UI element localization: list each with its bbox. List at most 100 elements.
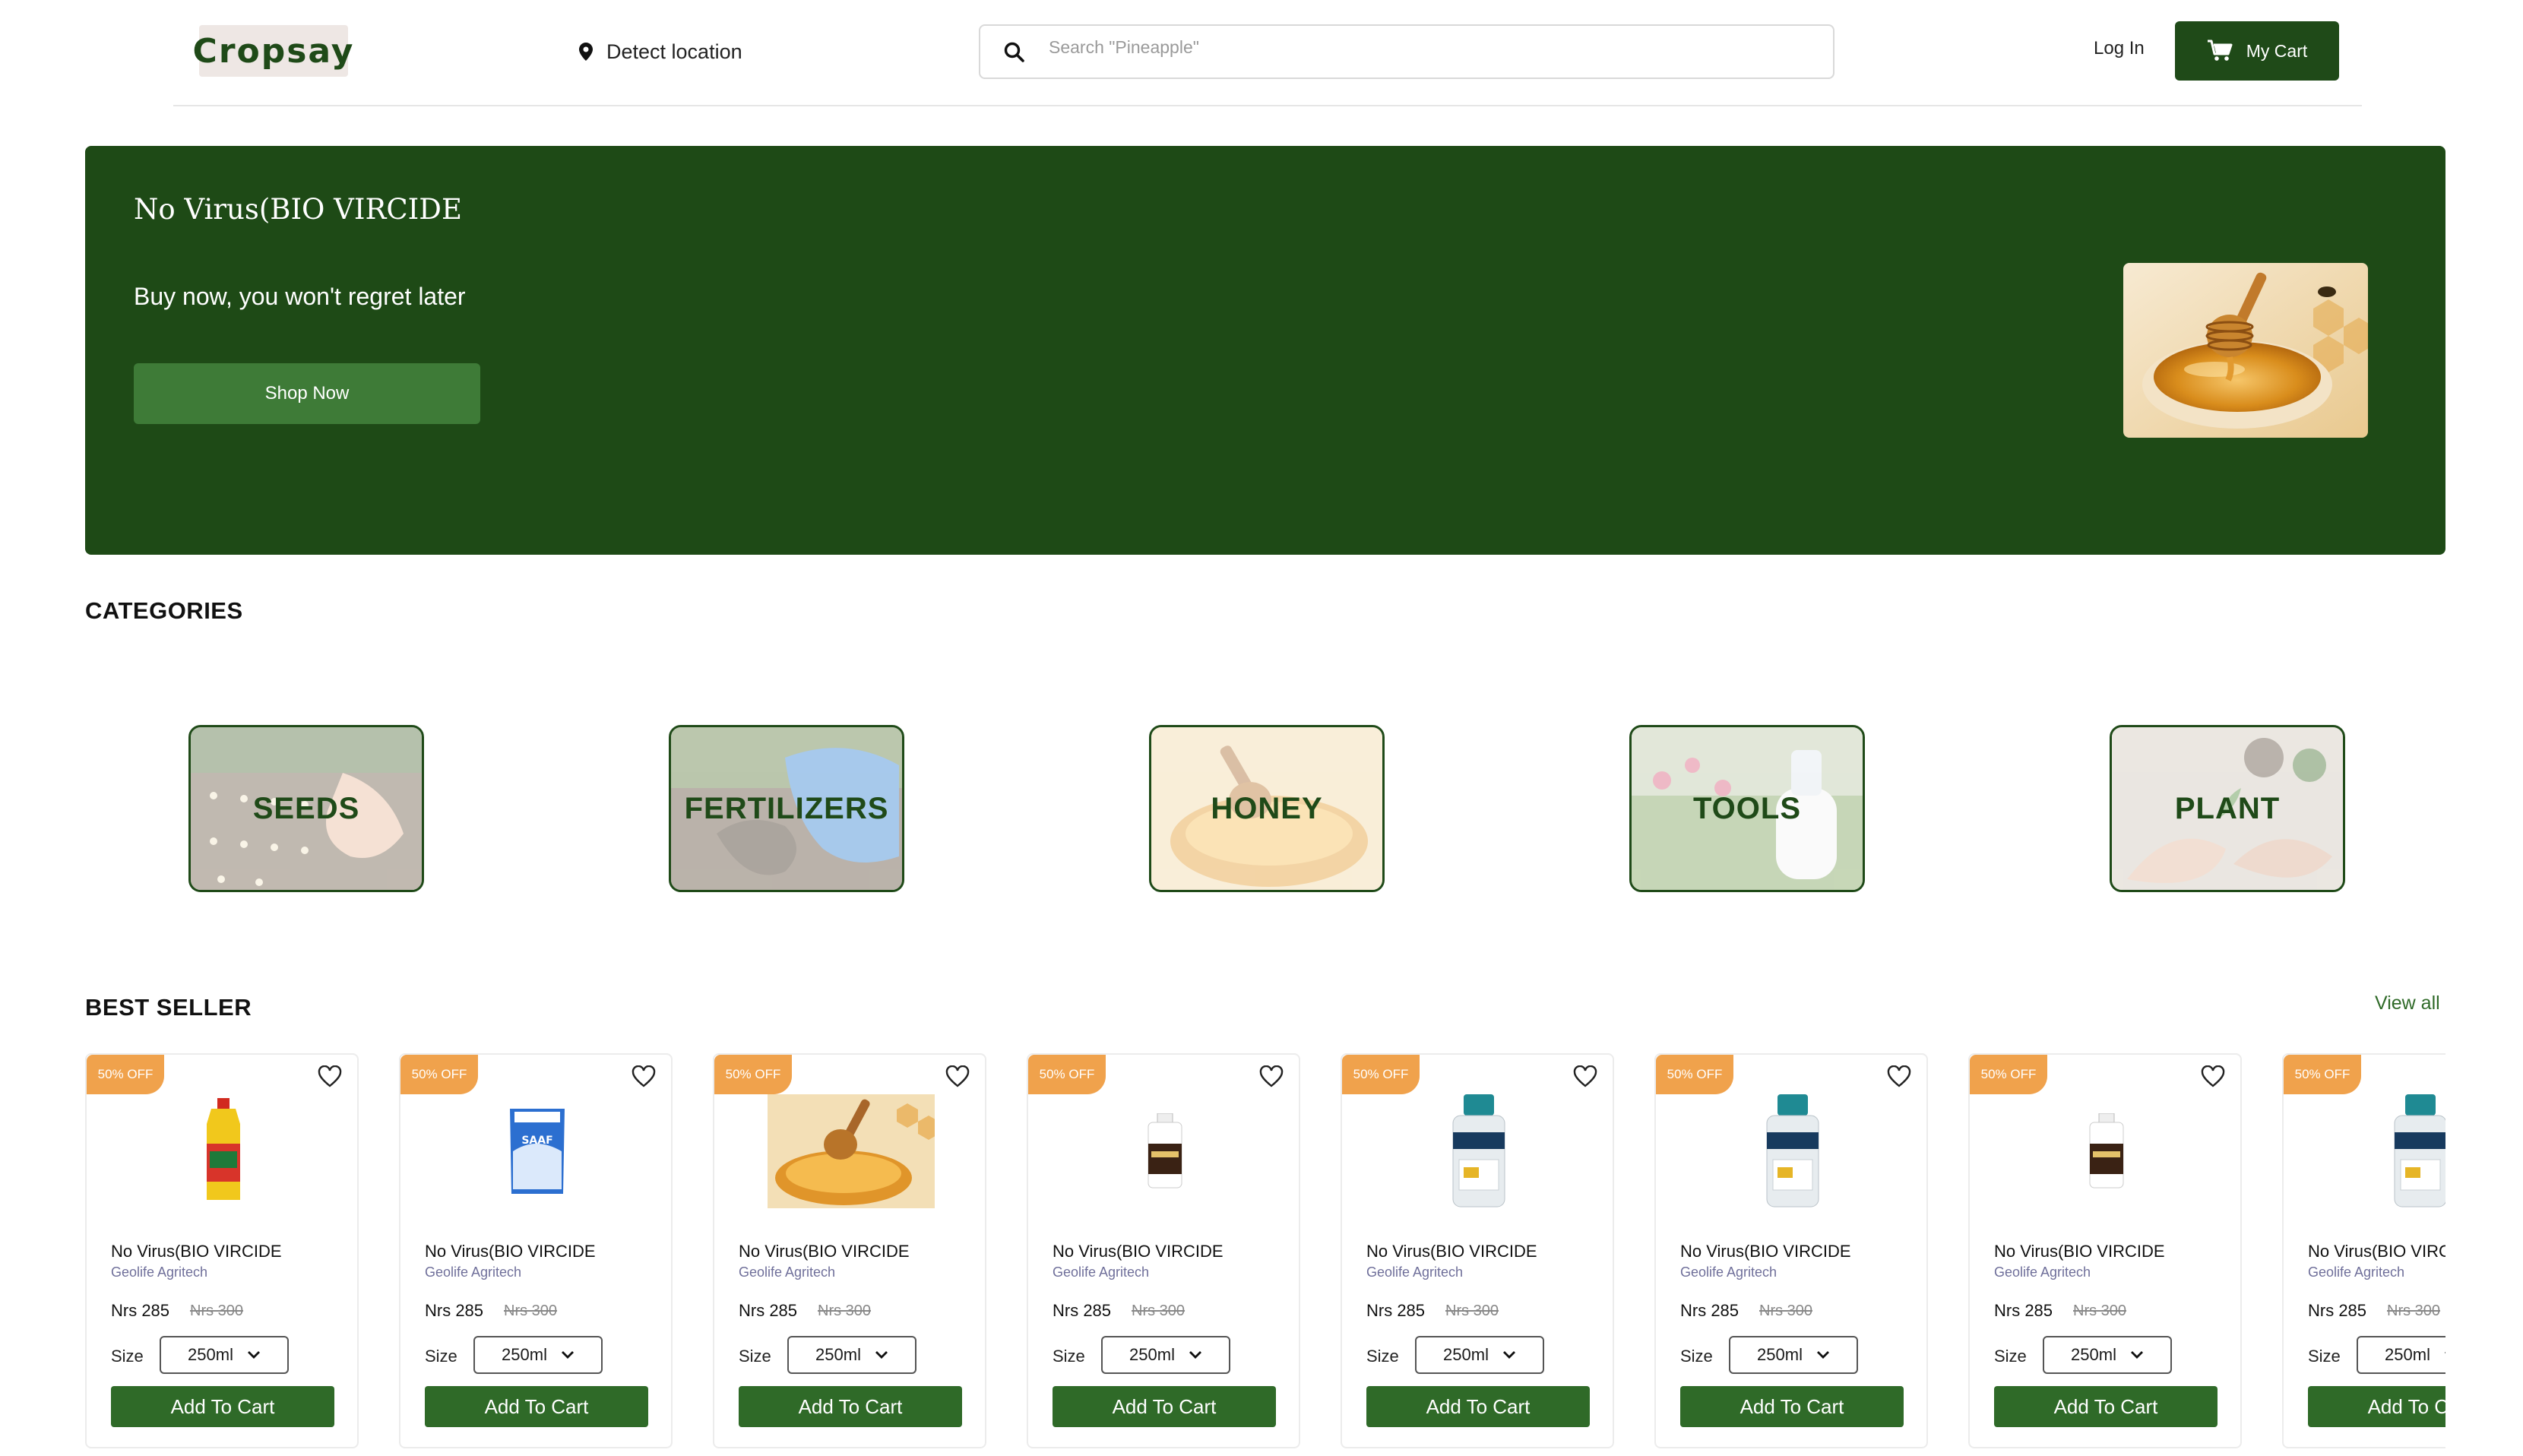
product-old-price: Nrs 300 [190, 1302, 244, 1319]
product-card[interactable]: 50% OFF No Virus(BIO VIRCIDE Geolife Agr… [713, 1053, 986, 1448]
discount-badge: 50% OFF [400, 1055, 478, 1094]
product-name[interactable]: No Virus(BIO VIRCIDE [1994, 1242, 2165, 1261]
product-name[interactable]: No Virus(BIO VIRCIDE [739, 1242, 910, 1261]
product-name[interactable]: No Virus(BIO VIRCIDE [425, 1242, 596, 1261]
wishlist-heart-icon[interactable] [2201, 1065, 2225, 1088]
product-old-price: Nrs 300 [818, 1302, 872, 1319]
size-select[interactable]: 250ml [473, 1336, 603, 1374]
product-image[interactable] [2015, 1094, 2198, 1208]
product-name[interactable]: No Virus(BIO VIRCIDE [111, 1242, 282, 1261]
chevron-down-icon [2444, 1351, 2445, 1354]
add-to-cart-button[interactable]: Add To Cart [111, 1386, 334, 1427]
shop-now-button[interactable]: Shop Now [134, 363, 480, 424]
product-card[interactable]: 50% OFF No Virus(BIO VIRCIDE Geolife Agr… [85, 1053, 359, 1448]
product-image[interactable] [2329, 1094, 2445, 1208]
hero-banner: No Virus(BIO VIRCIDE Buy now, you won't … [85, 146, 2445, 555]
add-to-cart-button[interactable]: Add To Cart [739, 1386, 962, 1427]
add-to-cart-button[interactable]: Add To Cart [1053, 1386, 1276, 1427]
wishlist-heart-icon[interactable] [945, 1065, 970, 1088]
product-brand: Geolife Agritech [1680, 1265, 1777, 1280]
svg-text:SAAF: SAAF [521, 1135, 552, 1147]
size-label: Size [1680, 1347, 1713, 1366]
category-plant[interactable]: PLANT [2110, 725, 2345, 892]
product-old-price: Nrs 300 [1759, 1302, 1813, 1319]
product-image[interactable]: SAAF [446, 1094, 628, 1208]
size-select[interactable]: 250ml [2043, 1336, 2172, 1374]
discount-badge: 50% OFF [2284, 1055, 2361, 1094]
add-to-cart-button[interactable]: Add To Cart [1680, 1386, 1904, 1427]
product-name[interactable]: No Virus(BIO VIRCIDE [1680, 1242, 1851, 1261]
product-name[interactable]: No Virus(BIO VIRCIDE [1366, 1242, 1537, 1261]
view-all-link[interactable]: View all [2375, 992, 2440, 1014]
discount-badge: 50% OFF [1028, 1055, 1106, 1094]
category-tools[interactable]: TOOLS [1629, 725, 1865, 892]
size-label: Size [1994, 1347, 2027, 1366]
product-card[interactable]: 50% OFF SAAF No Virus(BIO VIRCIDE Geolif… [399, 1053, 673, 1448]
add-to-cart-button[interactable]: Add To Cart [425, 1386, 648, 1427]
search-icon [1004, 42, 1024, 62]
size-select[interactable]: 250ml [787, 1336, 916, 1374]
size-select[interactable]: 250ml [2357, 1336, 2445, 1374]
size-value: 250ml [502, 1345, 547, 1364]
product-card[interactable]: 50% OFF No Virus(BIO VIRCIDE Geolife Agr… [1027, 1053, 1300, 1448]
login-link[interactable]: Log In [2094, 38, 2145, 59]
best-seller-carousel[interactable]: 50% OFF No Virus(BIO VIRCIDE Geolife Agr… [85, 1053, 2445, 1456]
category-seeds[interactable]: SEEDS [188, 725, 424, 892]
product-image[interactable] [760, 1094, 942, 1208]
size-value: 250ml [2071, 1345, 2116, 1364]
category-plant-label: PLANT [2174, 791, 2281, 825]
chevron-down-icon [2130, 1351, 2143, 1359]
wishlist-heart-icon[interactable] [1573, 1065, 1597, 1088]
detect-location-label: Detect location [606, 40, 742, 63]
product-image[interactable] [1702, 1094, 1884, 1208]
wishlist-heart-icon[interactable] [1887, 1065, 1911, 1088]
size-value: 250ml [1443, 1345, 1489, 1364]
product-name[interactable]: No Virus(BIO VIRCIDE [2308, 1242, 2445, 1261]
product-name[interactable]: No Virus(BIO VIRCIDE [1053, 1242, 1224, 1261]
size-value: 250ml [188, 1345, 233, 1364]
my-cart-button[interactable]: My Cart [2175, 21, 2339, 81]
add-to-cart-button[interactable]: Add To Cart [2308, 1386, 2445, 1427]
search-bar[interactable] [979, 24, 1834, 79]
chevron-down-icon [1502, 1351, 1515, 1359]
best-seller-title: BEST SELLER [85, 994, 252, 1021]
site-logo[interactable]: Cropsay [193, 25, 353, 77]
category-fertilizers[interactable]: FERTILIZERS [669, 725, 904, 892]
product-old-price: Nrs 300 [1445, 1302, 1499, 1319]
wishlist-heart-icon[interactable] [1259, 1065, 1284, 1088]
size-label: Size [1366, 1347, 1399, 1366]
size-select[interactable]: 250ml [1101, 1336, 1230, 1374]
product-card[interactable]: 50% OFF No Virus(BIO VIRCIDE Geolife Agr… [1341, 1053, 1614, 1448]
size-value: 250ml [2385, 1345, 2430, 1364]
size-value: 250ml [815, 1345, 861, 1364]
size-label: Size [1053, 1347, 1085, 1366]
size-value: 250ml [1757, 1345, 1803, 1364]
location-pin-icon [579, 43, 593, 61]
wishlist-heart-icon[interactable] [318, 1065, 342, 1088]
size-label: Size [425, 1347, 457, 1366]
product-card[interactable]: 50% OFF No Virus(BIO VIRCIDE Geolife Agr… [1968, 1053, 2242, 1448]
category-tools-label: TOOLS [1692, 791, 1802, 825]
add-to-cart-button[interactable]: Add To Cart [1366, 1386, 1590, 1427]
product-old-price: Nrs 300 [2387, 1302, 2441, 1319]
discount-badge: 50% OFF [714, 1055, 792, 1094]
size-select[interactable]: 250ml [160, 1336, 289, 1374]
product-brand: Geolife Agritech [1366, 1265, 1464, 1280]
category-honey-label: HONEY [1211, 791, 1323, 825]
product-card[interactable]: 50% OFF No Virus(BIO VIRCIDE Geolife Agr… [2282, 1053, 2445, 1448]
discount-badge: 50% OFF [1970, 1055, 2047, 1094]
product-image[interactable] [1388, 1094, 1570, 1208]
product-brand: Geolife Agritech [1994, 1265, 2091, 1280]
size-select[interactable]: 250ml [1729, 1336, 1858, 1374]
product-image[interactable] [1074, 1094, 1256, 1208]
wishlist-heart-icon[interactable] [632, 1065, 656, 1088]
size-select[interactable]: 250ml [1415, 1336, 1544, 1374]
product-image[interactable] [132, 1094, 315, 1208]
category-honey[interactable]: HONEY [1149, 725, 1385, 892]
detect-location-button[interactable]: Detect location [579, 36, 742, 67]
product-card[interactable]: 50% OFF No Virus(BIO VIRCIDE Geolife Agr… [1654, 1053, 1928, 1448]
search-input[interactable] [1049, 32, 1809, 62]
add-to-cart-button[interactable]: Add To Cart [1994, 1386, 2218, 1427]
site-header: Cropsay Detect location Log In My Cart [0, 0, 2523, 106]
chevron-down-icon [561, 1351, 574, 1359]
